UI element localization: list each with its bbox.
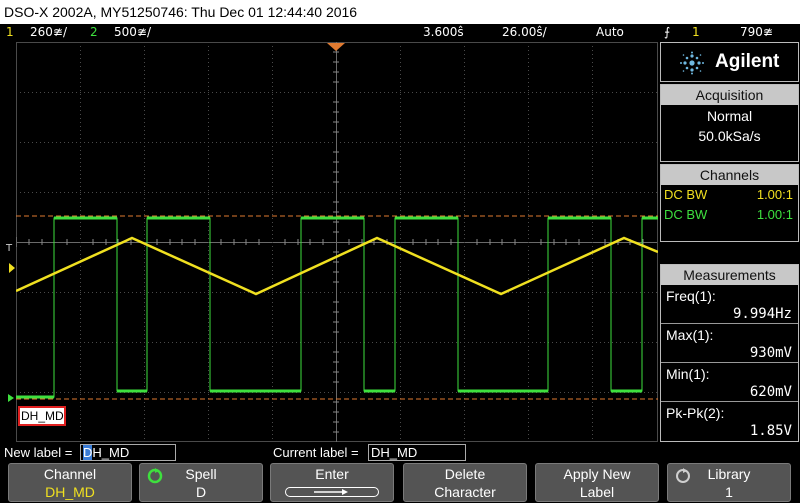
ch2-probe: 1.00:1: [756, 207, 793, 222]
ch2-ground-marker: [8, 394, 14, 402]
softkey-spell[interactable]: Spell D: [139, 463, 263, 502]
trigger-level-marker: T: [6, 243, 13, 254]
trigger-edge-icon: ⨍: [664, 25, 671, 39]
softkey-channel[interactable]: Channel DH_MD: [8, 463, 132, 502]
channels-box[interactable]: Channels DC BW 1.00:1 DC BW 1.00:1: [660, 164, 799, 242]
brand-name: Agilent: [715, 51, 780, 72]
window-title: DSO-X 2002A, MY51250746: Thu Dec 01 12:4…: [0, 0, 800, 24]
softkey-label: Delete: [444, 466, 486, 482]
new-label-field[interactable]: DH_MD: [80, 444, 176, 461]
trigger-level[interactable]: 790≇: [740, 24, 773, 41]
measurement-item: Min(1): 620mV: [661, 362, 798, 401]
current-label-field: DH_MD: [368, 444, 466, 461]
measurement-value: 930mV: [749, 345, 792, 361]
ch2-scale[interactable]: 500≇/: [114, 24, 151, 41]
side-panel: Agilent Acquisition Normal 50.0kSa/s Cha…: [660, 42, 800, 442]
softkey-value: Character: [434, 484, 496, 500]
softkey-delete-character[interactable]: Delete Character: [403, 463, 527, 502]
channels-heading: Channels: [661, 165, 798, 185]
measurement-value: 9.994Hz: [732, 306, 792, 322]
softkey-value: DH_MD: [45, 484, 95, 500]
ch1-scale[interactable]: 260≇/: [30, 24, 67, 41]
trigger-position-icon: [327, 43, 345, 51]
acquisition-heading: Acquisition: [661, 85, 798, 105]
label-edit-row: New label = DH_MD Current label = DH_MD: [0, 443, 800, 462]
ch2-coupling: DC BW: [664, 207, 708, 222]
current-label-caption: Current label =: [273, 445, 359, 460]
softkey-apply-new-label[interactable]: Apply New Label: [535, 463, 659, 502]
softkey-enter[interactable]: Enter: [270, 463, 394, 502]
ch1-info-row: DC BW 1.00:1: [661, 185, 798, 205]
new-label-caption: New label =: [4, 445, 73, 460]
agilent-spark-icon: [680, 51, 704, 75]
measurement-name: Freq(1):: [666, 288, 716, 304]
ch2-number[interactable]: 2: [90, 24, 98, 41]
measurements-box[interactable]: Measurements Freq(1): 9.994Hz Max(1): 93…: [660, 264, 799, 442]
trigger-source[interactable]: 1: [692, 24, 700, 41]
softkey-value: Label: [579, 484, 615, 500]
entry-knob-icon: [147, 468, 163, 484]
ch1-probe: 1.00:1: [756, 187, 793, 202]
measurement-item: Freq(1): 9.994Hz: [661, 285, 798, 323]
ch1-coupling: DC BW: [664, 187, 708, 202]
measurement-item: Max(1): 930mV: [661, 323, 798, 362]
softkey-label: Apply New: [563, 466, 631, 482]
status-bar: 1 260≇/ 2 500≇/ 3.600ŝ 26.00ŝ/ Auto ⨍ 1 …: [0, 24, 800, 41]
enter-arrow-icon: [285, 487, 379, 497]
measurements-heading: Measurements: [661, 265, 798, 285]
measurement-name: Max(1):: [666, 327, 714, 343]
measurement-name: Min(1):: [666, 366, 710, 382]
softkey-label: Enter: [315, 466, 349, 482]
graticule: [16, 42, 658, 442]
brand-box: Agilent: [660, 42, 799, 82]
softkey-value: 1: [725, 484, 733, 500]
acquisition-mode: Normal: [706, 108, 753, 124]
waveform-display[interactable]: [16, 42, 658, 442]
ch2-info-row: DC BW 1.00:1: [661, 205, 798, 225]
measurement-name: Pk-Pk(2):: [666, 405, 725, 421]
text-cursor: D: [83, 445, 93, 460]
ch1-ground-marker: [9, 263, 15, 273]
sample-rate: 50.0kSa/s: [698, 128, 761, 144]
ch1-number[interactable]: 1: [6, 24, 14, 41]
channel-label-tag: DH_MD: [18, 406, 66, 426]
measurement-value: 1.85V: [749, 423, 792, 439]
measurement-value: 620mV: [749, 384, 792, 400]
softkey-label: Channel: [43, 466, 97, 482]
new-label-text: H_MD: [92, 445, 130, 460]
horizontal-delay[interactable]: 3.600ŝ: [423, 24, 464, 41]
entry-knob-icon: [676, 468, 690, 483]
timebase-scale[interactable]: 26.00ŝ/: [502, 24, 547, 41]
softkey-library[interactable]: Library 1: [667, 463, 791, 502]
trigger-mode[interactable]: Auto: [596, 24, 624, 41]
softkey-value: D: [195, 484, 207, 500]
acquisition-box[interactable]: Acquisition Normal 50.0kSa/s: [660, 84, 799, 162]
measurement-item: Pk-Pk(2): 1.85V: [661, 401, 798, 440]
